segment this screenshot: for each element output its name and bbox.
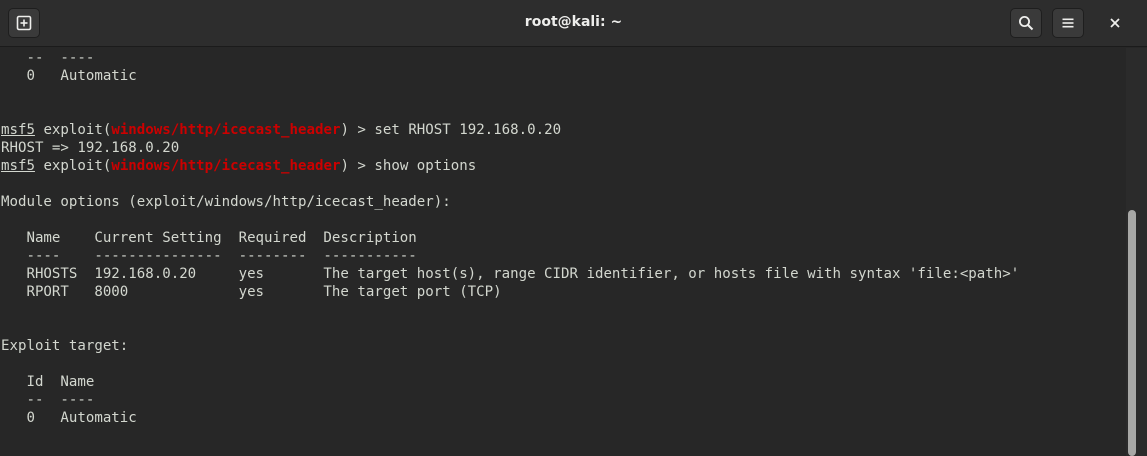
terminal-line: RHOSTS 192.168.0.20 yes The target host(… [1, 266, 1020, 282]
prompt-prefix: exploit( [34, 122, 112, 138]
terminal-line: Module options (exploit/windows/http/ice… [1, 194, 451, 210]
close-button[interactable] [1099, 8, 1131, 38]
prompt-line: msf5 exploit(windows/http/icecast_header… [1, 157, 476, 175]
terminal-line: RPORT 8000 yes The target port (TCP) [1, 284, 502, 300]
terminal-line: -- ---- [1, 50, 95, 66]
terminal-line: RHOST => 192.168.0.20 [1, 140, 180, 156]
terminal-line: Id Name [1, 374, 95, 390]
module-name: windows/http/icecast_header [111, 158, 341, 174]
command-text: ) > show options [340, 158, 477, 174]
terminal-output[interactable]: -- ---- 0 Automatic msf5 exploit(windows/… [0, 48, 1126, 456]
window-title: root@kali: ~ [524, 14, 623, 30]
module-name: windows/http/icecast_header [111, 122, 341, 138]
terminal-line: Exploit target: [1, 338, 129, 354]
menu-button[interactable] [1052, 8, 1084, 38]
prompt-line: msf5 exploit(windows/http/icecast_header… [1, 121, 561, 139]
msf-prompt: msf5 [1, 122, 35, 138]
prompt-prefix: exploit( [34, 158, 112, 174]
search-button[interactable] [1010, 8, 1042, 38]
terminal-line: ---- --------------- -------- ----------… [1, 248, 417, 264]
terminal-line: -- ---- [1, 392, 95, 408]
hamburger-menu-icon [1061, 16, 1075, 30]
terminal-line: 0 Automatic [1, 68, 137, 84]
close-icon [1109, 17, 1121, 29]
msf-prompt: msf5 [1, 158, 35, 174]
scrollbar-thumb[interactable] [1128, 210, 1136, 456]
command-text: ) > set RHOST 192.168.0.20 [340, 122, 562, 138]
search-icon [1018, 15, 1034, 31]
terminal-line: Name Current Setting Required Descriptio… [1, 230, 417, 246]
header-bar: root@kali: ~ [0, 0, 1147, 47]
terminal-window: root@kali: ~ -- ---- 0 Automatic msf5 ex… [0, 0, 1147, 456]
terminal-line: 0 Automatic [1, 410, 137, 426]
